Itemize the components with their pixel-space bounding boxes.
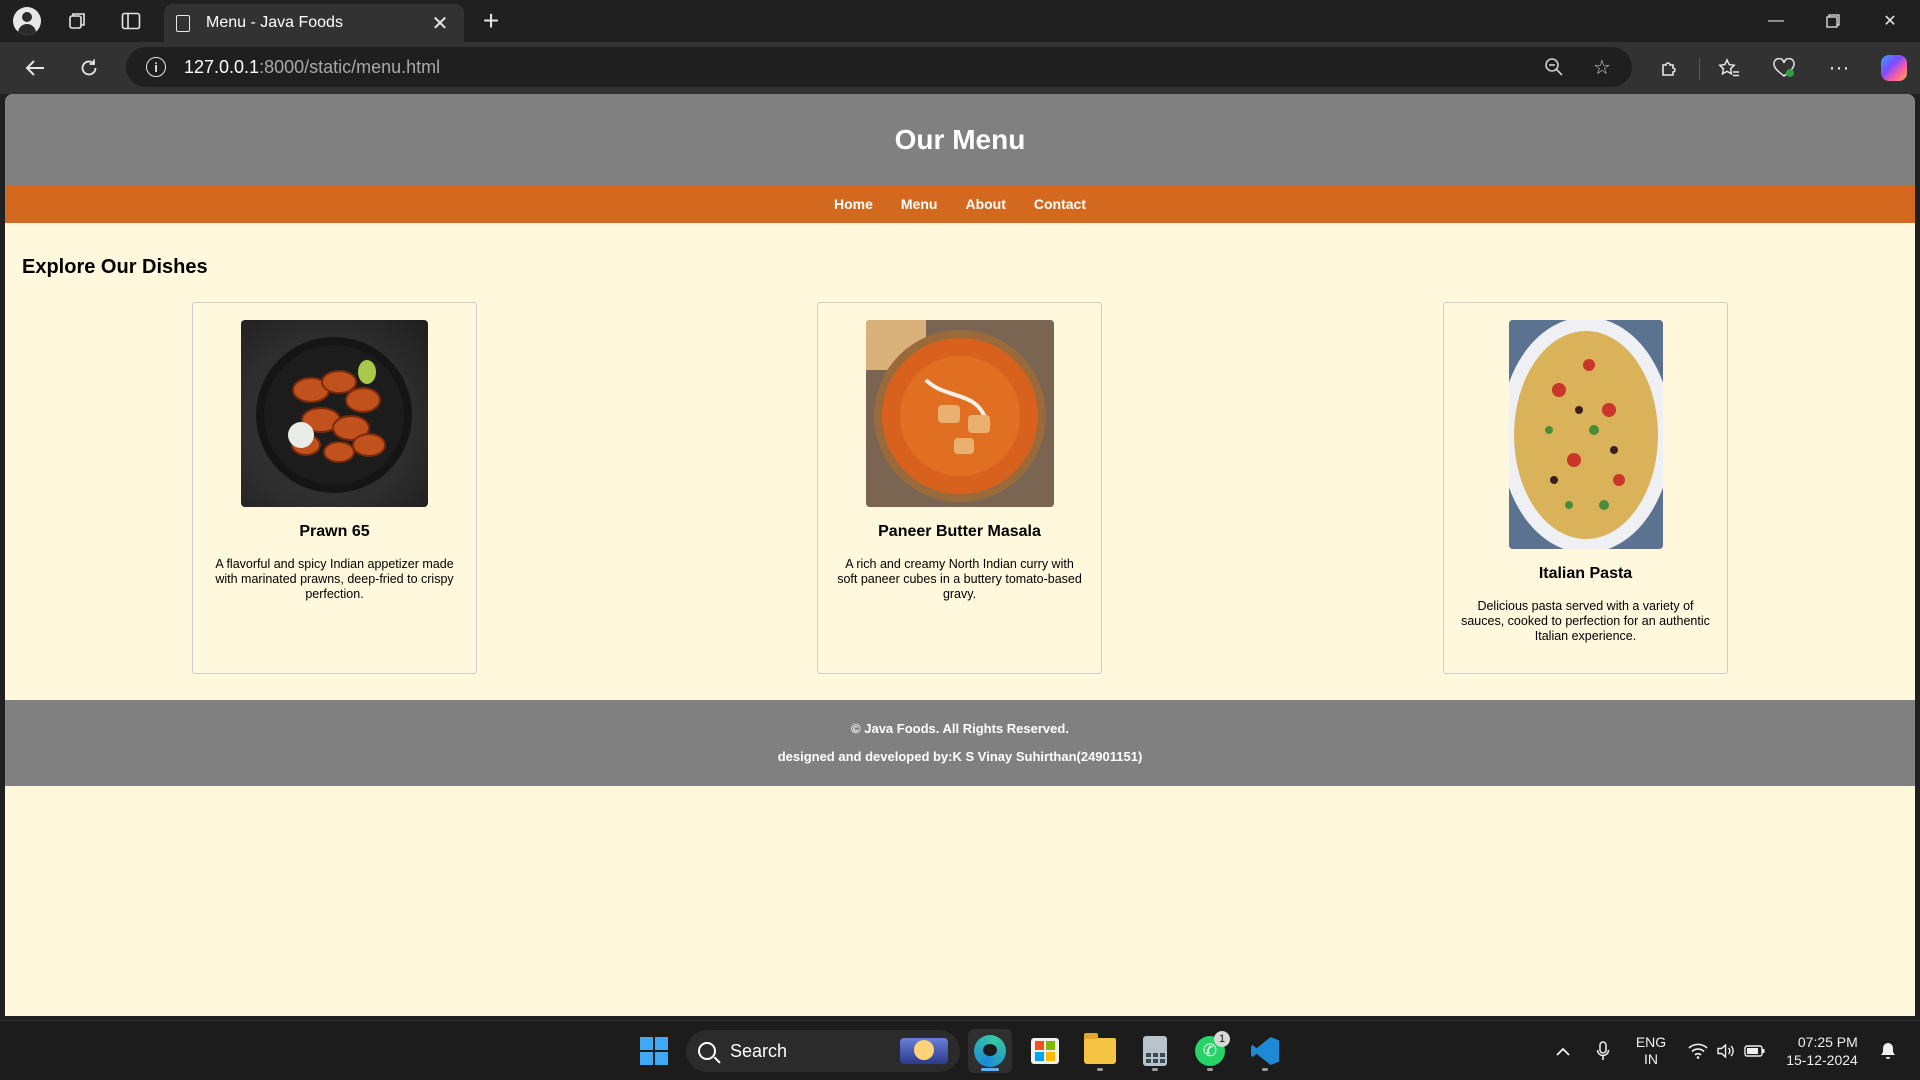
notification-badge: 1 [1214,1031,1230,1047]
back-arrow-icon [25,60,44,76]
tab-title: Menu - Java Foods [206,14,343,31]
windows-logo-icon [640,1037,668,1065]
dish-name: Prawn 65 [299,523,370,540]
clock[interactable]: 07:25 PM 15-12-2024 [1776,1021,1868,1080]
refresh-button[interactable] [70,50,108,86]
tab-close-icon[interactable]: ✕ [428,11,452,36]
site-header: Our Menu [5,94,1915,185]
volume-icon[interactable] [1712,1021,1740,1080]
nav-link-contact[interactable]: Contact [1020,196,1100,212]
dish-card-italian-pasta: Italian Pasta Delicious pasta served wit… [1443,302,1728,674]
taskbar-edge[interactable] [968,1029,1012,1073]
show-hidden-icons-chevron-up-icon[interactable] [1548,1021,1578,1080]
browser-toolbar: i 127.0.0.1:8000/static/menu.html ☆ ··· [0,42,1920,94]
folder-icon [1084,1033,1116,1064]
taskbar-calculator[interactable] [1133,1029,1177,1073]
favorites-icon[interactable] [1710,50,1748,86]
taskbar-search[interactable]: Search [686,1030,960,1072]
wifi-icon[interactable] [1684,1021,1712,1080]
site-nav: Home Menu About Contact [5,185,1915,223]
profile-button[interactable] [10,5,44,37]
microphone-icon[interactable] [1588,1021,1618,1080]
section-title: Explore Our Dishes [22,256,208,278]
extensions-icon[interactable] [1650,50,1688,86]
dish-description: A rich and creamy North Indian curry wit… [837,557,1082,601]
vscode-icon [1251,1037,1279,1065]
dish-description: A flavorful and spicy Indian appetizer m… [215,557,454,601]
refresh-icon [81,59,97,76]
dish-image-italian-pasta [1508,320,1663,549]
vertical-tabs-icon [121,12,141,30]
site-info-icon[interactable]: i [146,57,166,77]
input-language[interactable]: ENG IN [1628,1021,1674,1080]
workspaces-icon [69,13,85,29]
url-text[interactable]: 127.0.0.1:8000/static/menu.html [184,57,440,78]
calculator-icon [1143,1036,1167,1066]
dish-card-paneer-butter-masala: Paneer Butter Masala A rich and creamy N… [817,302,1102,674]
taskbar-whatsapp[interactable]: ✆ 1 [1188,1029,1232,1073]
taskbar: Search ✆ 1 ENG IN 07:25 PM 15-12-2024 [0,1020,1920,1080]
footer-copyright: © Java Foods. All Rights Reserved. [851,721,1069,736]
notifications-bell-icon[interactable] [1874,1021,1902,1080]
zoom-out-icon[interactable] [1540,55,1568,79]
nav-link-about[interactable]: About [951,196,1019,212]
search-highlight-image [900,1038,948,1064]
taskbar-file-explorer[interactable] [1078,1029,1122,1073]
tab-actions-button[interactable] [114,5,148,37]
workspaces-button[interactable] [60,5,94,37]
search-icon [698,1042,716,1060]
copilot-icon [1881,55,1907,81]
back-button[interactable] [16,50,54,86]
close-window-button[interactable]: ✕ [1862,0,1918,42]
restore-icon [1826,14,1840,28]
minimize-button[interactable]: — [1748,0,1804,42]
dish-description: Delicious pasta served with a variety of… [1461,599,1710,643]
browser-essentials-icon[interactable] [1765,50,1803,86]
dish-card-prawn-65: Prawn 65 A flavorful and spicy Indian ap… [192,302,477,674]
dish-name: Italian Pasta [1538,565,1633,582]
battery-icon[interactable] [1740,1021,1770,1080]
footer-credits: designed and developed by:K S Vinay Suhi… [777,749,1143,764]
nav-link-home[interactable]: Home [820,196,887,212]
browser-tab-active[interactable]: Menu - Java Foods ✕ [164,4,464,42]
start-button[interactable] [632,1029,676,1073]
dish-grid: Prawn 65 A flavorful and spicy Indian ap… [5,302,1915,674]
more-options-icon[interactable]: ··· [1820,50,1858,86]
new-tab-button[interactable]: + [474,5,508,37]
address-bar[interactable]: i 127.0.0.1:8000/static/menu.html ☆ [126,47,1632,87]
nav-link-menu[interactable]: Menu [887,196,952,212]
taskbar-vscode[interactable] [1243,1029,1287,1073]
toolbar-divider [1699,58,1700,80]
page-title: Our Menu [894,123,1026,155]
browser-tab-bar: Menu - Java Foods ✕ + — ✕ [0,0,1920,42]
favorite-star-icon[interactable]: ☆ [1588,55,1616,79]
profile-avatar-icon [13,7,41,35]
copilot-button[interactable] [1875,50,1913,86]
restore-button[interactable] [1805,0,1861,42]
edge-icon [974,1035,1006,1067]
dish-image-prawn-65 [241,320,428,507]
taskbar-store[interactable] [1023,1029,1067,1073]
page-icon [176,14,190,32]
dish-name: Paneer Butter Masala [878,523,1041,540]
site-footer: © Java Foods. All Rights Reserved. desig… [5,700,1915,786]
search-label: Search [730,1040,788,1061]
dish-image-paneer-butter-masala [865,320,1054,507]
page-viewport: Our Menu Home Menu About Contact Explore… [5,94,1915,1016]
store-icon [1031,1038,1059,1064]
